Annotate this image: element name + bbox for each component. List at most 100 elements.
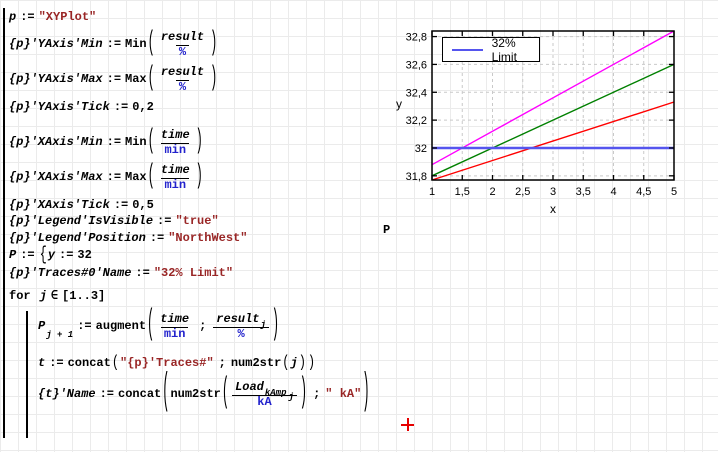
left-paren: ( (111, 355, 120, 374)
variable-p: p (9, 11, 16, 25)
right-paren: ) (299, 375, 308, 415)
numerator: time (158, 164, 193, 178)
right-paren: ) (298, 355, 307, 374)
block-bracket-outer (3, 8, 5, 438)
variable-load: Load (235, 380, 264, 394)
x-tick-label: 3,5 (576, 186, 591, 198)
property-ref: {p}'YAxis'Tick (9, 101, 110, 115)
property-ref: {p}'YAxis'Min (9, 38, 103, 52)
property-ref: {p}'YAxis'Max (9, 73, 103, 87)
y-tick-label: 32,8 (406, 32, 427, 44)
function-name: augment (96, 320, 146, 334)
assign-op: := (100, 388, 114, 402)
subscript-kamp: kAmp (265, 388, 287, 398)
function-name: Max (125, 73, 147, 87)
stmt-trace0-name[interactable]: {p}'Traces#0'Name := "32% Limit" (9, 267, 233, 281)
stmt-concat-trace-path[interactable]: t := concat ( "{p}'Traces#" ; num2str ( … (38, 357, 316, 371)
insertion-cursor[interactable] (401, 418, 414, 431)
stmt-for-loop[interactable]: for j ∈ [1..3] (9, 290, 105, 304)
y-tick-label: 32,4 (406, 87, 427, 99)
property-ref: {p}'Legend'Position (9, 232, 146, 246)
stmt-xaxis-min[interactable]: {p}'XAxis'Min := Min ( time min ) (9, 129, 204, 158)
left-paren: ( (221, 375, 230, 415)
assign-op: := (114, 101, 128, 115)
stmt-trace-name[interactable]: {t}'Name := concat ( num2str ( LoadkAmpj… (38, 381, 371, 410)
legend-line-sample (452, 49, 483, 51)
variable-P: P (9, 249, 16, 263)
element-of-symbol: ∈ (51, 290, 58, 304)
number-literal: 32 (77, 249, 91, 263)
denominator-unit: % (176, 80, 189, 95)
left-paren: ( (146, 307, 155, 347)
xy-plot-region[interactable]: y x 11,522,533,544,5531,83232,232,432,63… (385, 10, 718, 225)
keyword-for: for (9, 290, 31, 304)
y-axis-label: y (396, 97, 402, 111)
string-literal: "XYPlot" (39, 11, 97, 25)
left-paren: ( (147, 162, 156, 194)
denominator-unit: % (176, 45, 189, 60)
function-name: concat (118, 388, 161, 402)
left-paren: ( (281, 355, 290, 374)
x-tick-label: 2 (489, 186, 495, 198)
variable-P: P (38, 320, 45, 334)
variable-y: y (48, 249, 55, 263)
right-paren: ) (195, 127, 204, 159)
numerator: time (158, 129, 193, 143)
stmt-yaxis-min[interactable]: {p}'YAxis'Min := Min ( result % ) (9, 31, 218, 60)
denominator-unit: min (161, 327, 189, 342)
numerator: LoadkAmpj (232, 381, 297, 395)
variable-P-label: P (383, 224, 390, 238)
system-brace: { (39, 245, 48, 267)
assign-op: := (135, 267, 149, 281)
numerator: result (158, 66, 207, 80)
fraction: time min (158, 164, 193, 193)
fraction: time min (157, 313, 192, 342)
x-tick-label: 2,5 (515, 186, 530, 198)
assign-op: := (59, 249, 73, 263)
assign-op: := (107, 171, 121, 185)
subscript-index: j + 1 (46, 330, 73, 340)
numerator: time (157, 313, 192, 327)
assign-op: := (150, 232, 164, 246)
block-bracket-for-body (26, 311, 28, 438)
assign-op: := (107, 73, 121, 87)
stmt-p-system[interactable]: P := { y := 32 (9, 249, 92, 263)
x-tick-label: 5 (671, 186, 677, 198)
stmt-yaxis-tick[interactable]: {p}'YAxis'Tick := 0,2 (9, 101, 154, 115)
number-literal: 0,5 (132, 199, 154, 213)
loop-range: [1..3] (62, 290, 105, 304)
left-paren: ( (161, 370, 170, 420)
left-paren: ( (147, 64, 156, 96)
variable-t: t (38, 357, 45, 371)
fraction: resultj % (213, 313, 269, 342)
stmt-augment[interactable]: P j + 1 := augment ( time min ; resultj … (38, 313, 280, 342)
stmt-legend-visible[interactable]: {p}'Legend'IsVisible := "true" (9, 215, 219, 229)
string-literal: "true" (175, 215, 218, 229)
variable-j: j (290, 357, 297, 371)
variable-display-P[interactable]: P (383, 224, 390, 238)
property-ref: {p}'XAxis'Max (9, 171, 103, 185)
x-tick-label: 1,5 (455, 186, 470, 198)
property-ref: {p}'XAxis'Min (9, 136, 103, 150)
x-tick-label: 4,5 (636, 186, 651, 198)
x-tick-label: 3 (550, 186, 556, 198)
legend-label: 32% Limit (492, 36, 539, 64)
x-tick-label: 1 (429, 186, 435, 198)
property-ref: {p}'XAxis'Tick (9, 199, 110, 213)
assign-op: := (49, 357, 63, 371)
legend[interactable]: 32% Limit (442, 37, 540, 62)
number-literal: 0,2 (132, 101, 154, 115)
stmt-xaxis-tick[interactable]: {p}'XAxis'Tick := 0,5 (9, 199, 154, 213)
assign-op: := (157, 215, 171, 229)
argument-separator: ; (219, 357, 226, 371)
assign-op: := (107, 38, 121, 52)
property-ref: {p}'Traces#0'Name (9, 267, 131, 281)
fraction: time min (158, 129, 193, 158)
stmt-xaxis-max[interactable]: {p}'XAxis'Max := Max ( time min ) (9, 164, 204, 193)
denominator-unit: min (161, 178, 189, 193)
y-tick-label: 32 (415, 143, 427, 155)
denominator-unit: min (161, 143, 189, 158)
stmt-plot-name[interactable]: p := "XYPlot" (9, 11, 96, 25)
stmt-yaxis-max[interactable]: {p}'YAxis'Max := Max ( result % ) (9, 66, 218, 95)
right-paren: ) (307, 355, 316, 374)
